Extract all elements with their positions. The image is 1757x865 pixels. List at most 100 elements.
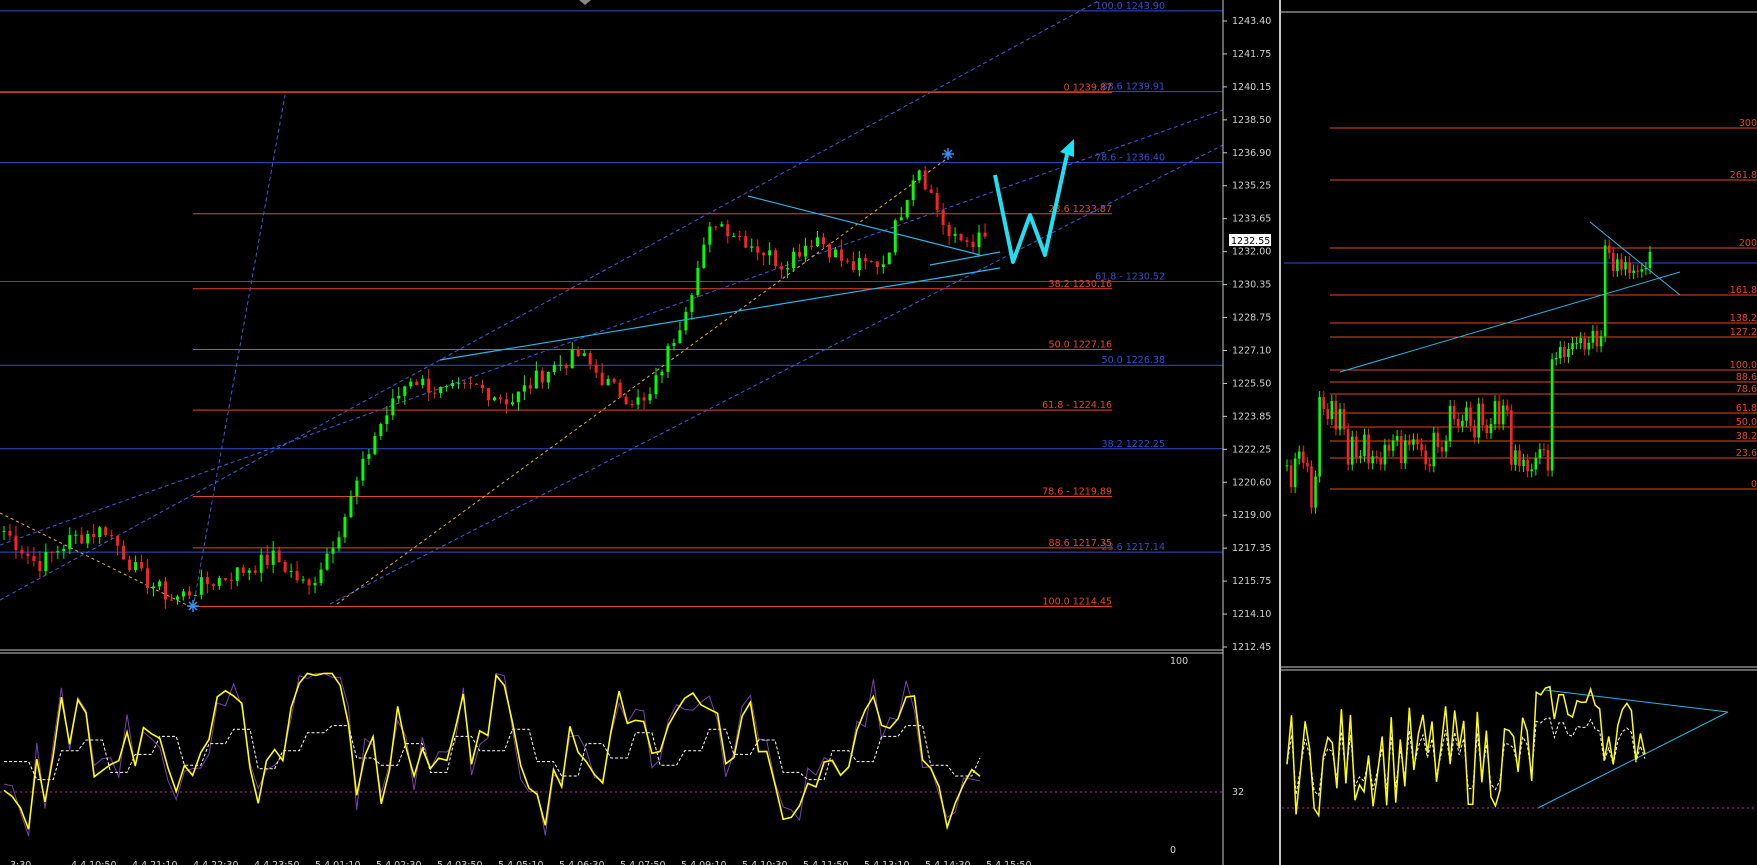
side-candle-body [1624, 262, 1627, 270]
candle-body [92, 534, 96, 538]
candle-body [211, 584, 215, 586]
candle-body [463, 382, 467, 384]
side-fib-label: 88.6 [1736, 372, 1757, 383]
side-candle-body [1616, 259, 1619, 271]
candle-body [104, 527, 108, 536]
candle-body [451, 383, 455, 387]
candle-body [917, 170, 921, 181]
candle-body [947, 224, 951, 236]
candle-body [193, 594, 197, 596]
candle-body [720, 224, 724, 227]
candle-body [732, 235, 736, 237]
candle-body [504, 399, 508, 405]
side-candle-body [1367, 434, 1370, 464]
candle-body [301, 579, 305, 581]
side-candle-body [1436, 432, 1440, 448]
time-tick-label: 5 4 15:50 [986, 860, 1032, 865]
candle-body [38, 560, 42, 572]
side-candle-body [1375, 456, 1379, 458]
time-tick-label: 4 4 23:50 [254, 860, 300, 865]
side-candle-body [1563, 347, 1566, 358]
side-candle-body [1408, 440, 1411, 445]
price-tick-label: 1222.25 [1232, 444, 1271, 455]
side-fib-label: 127.2 [1730, 327, 1757, 338]
candle-body [445, 386, 449, 388]
candle-body [558, 364, 562, 366]
side-candle-body [1510, 410, 1513, 465]
candle-body [391, 398, 395, 416]
candle-body [164, 581, 168, 600]
price-tick-label: 1241.75 [1232, 49, 1271, 60]
candle-body [792, 251, 796, 269]
time-tick-label: 5 4 13:10 [864, 860, 910, 865]
candle-body [175, 596, 179, 600]
candle-body [337, 537, 341, 549]
side-candle-body [1420, 444, 1423, 451]
candle-body [307, 579, 311, 586]
time-tick-label: 5 4 02:30 [376, 860, 422, 865]
candle-body [343, 516, 347, 538]
time-tick-label: 5 4 05:10 [498, 860, 544, 865]
candle-body [887, 252, 891, 265]
time-tick-label: 5 4 03:50 [437, 860, 483, 865]
candle-body [786, 268, 790, 270]
fib-blue-label: 50.0 1226.38 [1102, 355, 1165, 366]
candle-body [152, 586, 156, 589]
candle-body [953, 233, 957, 236]
side-candle-body [1628, 262, 1631, 274]
price-tick-label: 1238.50 [1232, 115, 1271, 126]
time-tick-label: 5 4 06:30 [559, 860, 605, 865]
candle-body [62, 548, 66, 552]
side-candle-body [1571, 343, 1574, 349]
candle-body [481, 384, 485, 389]
side-candle-body [1611, 252, 1615, 271]
candle-body [235, 567, 239, 581]
candle-body [798, 251, 802, 257]
candle-body [259, 554, 263, 573]
side-fib-label: 78.6 [1736, 384, 1757, 395]
side-candle-body [1477, 403, 1480, 438]
candle-body [277, 550, 281, 562]
candle-body [702, 244, 706, 268]
candle-body [498, 397, 502, 400]
candle-body [684, 311, 688, 331]
time-axis[interactable]: 3:30 4 4 10:50 4 4 21:10 4 4 22:30 4 4 23:50… [10, 860, 1032, 865]
side-candle-body [1493, 401, 1497, 425]
side-candle-body [1465, 407, 1468, 421]
price-tick-label: 1212.45 [1232, 642, 1271, 653]
candle-body [642, 397, 646, 401]
side-candle-body [1330, 400, 1334, 420]
side-candle-body [1395, 436, 1399, 441]
candle-body [110, 535, 114, 537]
candle-body [600, 372, 604, 386]
candle-body [821, 237, 825, 245]
side-candle-body [1481, 403, 1485, 426]
side-candle-body [1412, 439, 1415, 445]
candle-body [265, 554, 269, 565]
side-fib-label: 23.6 [1736, 448, 1757, 459]
fib-blue-label: 38.2 1222.25 [1102, 439, 1165, 450]
side-candle-body [1554, 358, 1558, 360]
side-candle-body [1534, 458, 1538, 470]
price-tick-label: 1235.25 [1232, 181, 1271, 192]
candle-body [199, 577, 203, 595]
side-candle-body [1338, 409, 1342, 430]
candle-body [971, 241, 975, 248]
side-chart-panel[interactable]: 300 261.8 200 161.8 138.2 127.2 100.088.678.6 6… [1279, 0, 1757, 865]
side-candle-body [1518, 450, 1521, 466]
side-candle-body [1514, 450, 1517, 465]
candle-body [696, 267, 700, 296]
time-tick-label: 5 4 11:50 [803, 860, 849, 865]
candle-body [935, 192, 939, 210]
candle-body [325, 553, 329, 570]
fib-red-label: 61.8 - 1224.16 [1042, 400, 1112, 411]
price-tick-label: 1223.85 [1232, 411, 1271, 422]
current-price-label: 1232.55 [1231, 236, 1270, 247]
candle-body [839, 249, 843, 261]
candle-body [738, 235, 742, 237]
side-candle-body [1448, 405, 1452, 442]
candle-body [349, 496, 353, 517]
fib-red-label: 23.6 1233.87 [1049, 204, 1112, 215]
candle-body [415, 381, 419, 386]
candle-body [666, 345, 670, 372]
